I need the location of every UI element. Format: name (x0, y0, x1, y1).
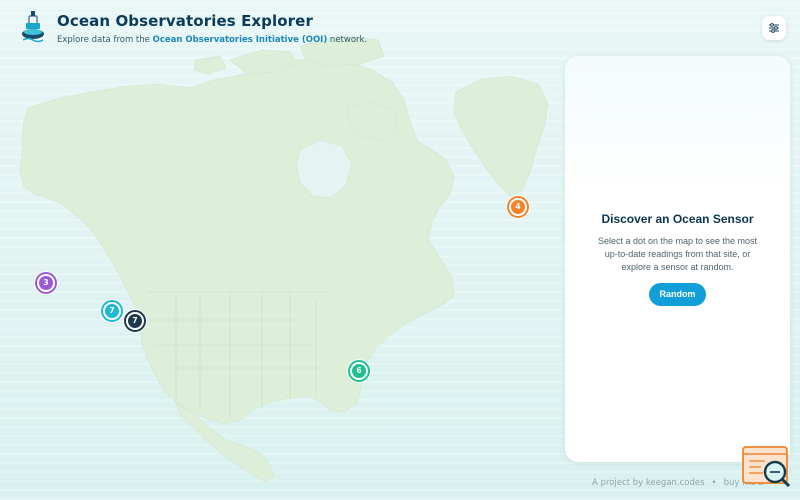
app-subtitle: Explore data from the Ocean Observatorie… (57, 34, 367, 46)
panel-header-area (565, 56, 790, 196)
random-sensor-button[interactable]: Random (649, 283, 706, 307)
sliders-icon (769, 23, 779, 33)
app-header: Ocean Observatories Explorer Explore dat… (20, 10, 367, 46)
panel-title: Discover an Ocean Sensor (601, 212, 754, 226)
chat-search-icon (742, 446, 791, 488)
sensor-marker-count: 7 (105, 304, 119, 318)
sensor-marker[interactable]: 3 (35, 272, 57, 294)
panel-description: Select a dot on the map to see the most … (597, 236, 758, 272)
footer-credit-link[interactable]: A project by keegan.codes (592, 478, 705, 488)
subtitle-suffix: network. (327, 35, 368, 45)
sensor-marker[interactable]: 6 (348, 360, 370, 382)
subtitle-prefix: Explore data from the (57, 35, 153, 45)
help-widget[interactable] (741, 445, 791, 489)
app-title: Ocean Observatories Explorer (57, 12, 313, 30)
panel-content: Discover an Ocean Sensor Select a dot on… (565, 212, 790, 307)
footer-separator: • (711, 478, 717, 488)
settings-button[interactable] (762, 16, 786, 40)
sensor-marker-count: 4 (511, 200, 525, 214)
sensor-panel: Discover an Ocean Sensor Select a dot on… (565, 56, 790, 462)
ooi-link[interactable]: Ocean Observatories Initiative (OOI) (153, 35, 328, 45)
title-block: Ocean Observatories Explorer Explore dat… (57, 11, 367, 46)
sensor-marker[interactable]: 7 (124, 310, 146, 332)
buoy-icon (22, 11, 44, 43)
sensor-marker[interactable]: 4 (507, 196, 529, 218)
sensor-marker-count: 7 (128, 314, 142, 328)
sensor-marker-count: 6 (352, 364, 366, 378)
footer: A project by keegan.codes•buy me a (592, 478, 764, 488)
sensor-marker-count: 3 (39, 276, 53, 290)
sensor-marker[interactable]: 7 (101, 300, 123, 322)
